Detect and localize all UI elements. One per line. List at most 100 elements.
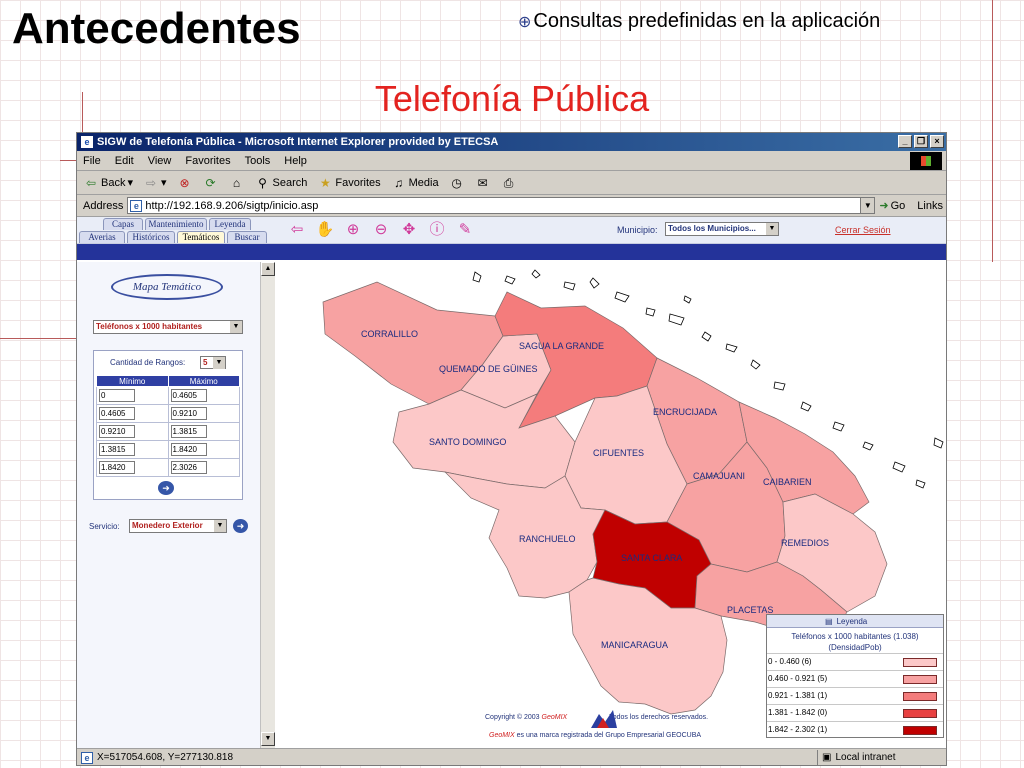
legend-swatch (903, 658, 937, 667)
close-button[interactable]: × (930, 135, 944, 148)
tab-tematicos[interactable]: Temáticos (177, 231, 225, 243)
app-tabs: Capas Mantenimiento Leyenda Averias Hist… (79, 218, 267, 244)
zoom-out-icon[interactable]: ⊖ (371, 221, 391, 239)
label-corralillo: CORRALILLO (361, 329, 418, 339)
trademark-line: GeoMIX es una marca registrada del Grupo… (489, 732, 701, 739)
go-button[interactable]: ➜ Go (879, 199, 906, 213)
app-header: Capas Mantenimiento Leyenda Averias Hist… (77, 217, 946, 244)
min-input[interactable]: 0.4605 (99, 407, 135, 420)
tab-averias[interactable]: Averias (79, 231, 125, 243)
menu-favorites[interactable]: Favorites (185, 155, 230, 167)
tab-historicos[interactable]: Históricos (127, 231, 175, 243)
label-camajuani: CAMAJUANI (693, 471, 745, 481)
legend-row-label: 0.921 - 1.381 (1) (768, 691, 828, 700)
tab-mantenimiento[interactable]: Mantenimiento (145, 218, 207, 230)
page-content: Capas Mantenimiento Leyenda Averias Hist… (77, 217, 946, 748)
menu-tools[interactable]: Tools (245, 155, 271, 167)
search-button[interactable]: ⚲ Search (255, 175, 307, 191)
print-icon[interactable]: ⎙ (501, 175, 517, 191)
legend-row-label: 0.460 - 0.921 (5) (768, 674, 828, 683)
min-input[interactable]: 0 (99, 389, 135, 402)
col-min-header: Mínimo (96, 375, 169, 387)
service-label: Servicio: (89, 522, 120, 531)
menu-view[interactable]: View (148, 155, 172, 167)
favorites-label: Favorites (335, 176, 381, 189)
brand-name: GeoMIX (489, 732, 515, 739)
decor-line (60, 160, 76, 161)
measure-icon[interactable]: ✎ (455, 221, 475, 239)
apply-service-button[interactable]: ➜ (233, 519, 248, 533)
min-input[interactable]: 1.8420 (99, 461, 135, 474)
legend-row: 0.921 - 1.381 (1) (767, 687, 943, 704)
favorites-button[interactable]: ★ Favorites (317, 175, 381, 191)
links-label[interactable]: Links (917, 200, 943, 212)
indicator-select[interactable]: Teléfonos x 1000 habitantes ▼ (93, 320, 243, 334)
scroll-down-icon[interactable]: ▼ (261, 732, 275, 746)
service-select[interactable]: Monedero Exterior ▼ (129, 519, 227, 533)
max-input[interactable]: 1.8420 (170, 443, 207, 456)
mail-icon[interactable]: ✉ (475, 175, 491, 191)
tab-buscar[interactable]: Buscar (227, 231, 267, 243)
history-icon[interactable]: ◷ (449, 175, 465, 191)
ranges-box: Cantidad de Rangos: 5 ▼ Mínimo Máximo 0 0… (93, 350, 243, 500)
back-extent-icon[interactable]: ⇦ (287, 221, 307, 239)
legend-header-text: Leyenda (836, 616, 868, 626)
dropdown-icon: ▾ (161, 177, 167, 189)
min-input[interactable]: 1.3815 (99, 443, 135, 456)
menu-file[interactable]: File (83, 155, 101, 167)
decor-line (0, 338, 76, 339)
municipio-label: Municipio: (617, 225, 658, 235)
scroll-up-icon[interactable]: ▲ (261, 262, 275, 276)
window-titlebar[interactable]: e SIGW de Telefonía Pública - Microsoft … (77, 133, 946, 151)
legend-row: 1.842 - 2.302 (1) (767, 721, 943, 738)
ranges-select[interactable]: 5 ▼ (200, 356, 226, 369)
address-dropdown-icon[interactable]: ▼ (860, 198, 875, 213)
apply-ranges-button[interactable]: ➜ (158, 481, 174, 495)
min-input[interactable]: 0.9210 (99, 425, 135, 438)
restore-button[interactable]: ❐ (914, 135, 928, 148)
logout-link[interactable]: Cerrar Sesión (835, 225, 891, 235)
address-bar: Address e http://192.168.9.206/sigtp/ini… (77, 195, 946, 217)
home-icon[interactable]: ⌂ (229, 175, 245, 191)
max-input[interactable]: 0.4605 (170, 389, 207, 402)
status-coords: X=517054.608, Y=277130.818 (97, 752, 234, 763)
max-input[interactable]: 2.3026 (170, 461, 207, 474)
address-input[interactable]: e http://192.168.9.206/sigtp/inicio.asp … (127, 197, 876, 214)
map-area[interactable]: CORRALILLO SAGUA LA GRANDE QUEMADO DE GÜ… (275, 262, 946, 748)
legend-title: Teléfonos x 1000 habitantes (1.038) (Den… (767, 631, 943, 653)
back-arrow-icon: ⇦ (85, 175, 97, 190)
tab-capas[interactable]: Capas (103, 218, 143, 230)
menu-help[interactable]: Help (284, 155, 307, 167)
panel-scrollbar[interactable]: ▲ ▼ (260, 262, 275, 748)
label-caibarien: CAIBARIEN (763, 477, 812, 487)
geomix-logo-icon (591, 710, 617, 728)
go-label: Go (890, 199, 906, 212)
municipio-value: Todos los Municipios... (668, 224, 756, 233)
max-input[interactable]: 0.9210 (170, 407, 207, 420)
info-icon[interactable]: ⓘ (427, 221, 447, 239)
menu-edit[interactable]: Edit (115, 155, 134, 167)
header-band (77, 244, 946, 260)
zoom-in-icon[interactable]: ⊕ (343, 221, 363, 239)
media-label: Media (408, 176, 439, 189)
forward-button[interactable]: ⇨ ▾ (143, 175, 167, 191)
back-button[interactable]: ⇦ Back ▾ (83, 175, 133, 191)
tab-leyenda[interactable]: Leyenda (209, 218, 251, 230)
minimize-button[interactable]: _ (898, 135, 912, 148)
ranges-label: Cantidad de Rangos: (110, 358, 186, 367)
media-button[interactable]: ♫ Media (391, 175, 439, 191)
zoom-extent-icon[interactable]: ✥ (399, 221, 419, 239)
chevron-down-icon: ▼ (214, 520, 226, 532)
slide-subtitle: Telefonía Pública (374, 78, 650, 119)
municipio-select[interactable]: Todos los Municipios... ▼ (665, 222, 779, 236)
service-value: Monedero Exterior (132, 521, 203, 530)
max-input[interactable]: 1.3815 (170, 425, 207, 438)
map-tools: ⇦ ✋ ⊕ ⊖ ✥ ⓘ ✎ (287, 221, 475, 239)
intranet-icon: ▣ (822, 752, 832, 763)
slide-bullet: ⊕ Consultas predefinidas en la aplicación (518, 10, 880, 33)
status-zone: Local intranet (835, 752, 896, 763)
refresh-icon[interactable]: ⟳ (203, 175, 219, 191)
pan-hand-icon[interactable]: ✋ (315, 221, 335, 239)
stop-icon[interactable]: ⊗ (177, 175, 193, 191)
label-santa-clara: SANTA CLARA (621, 553, 682, 563)
